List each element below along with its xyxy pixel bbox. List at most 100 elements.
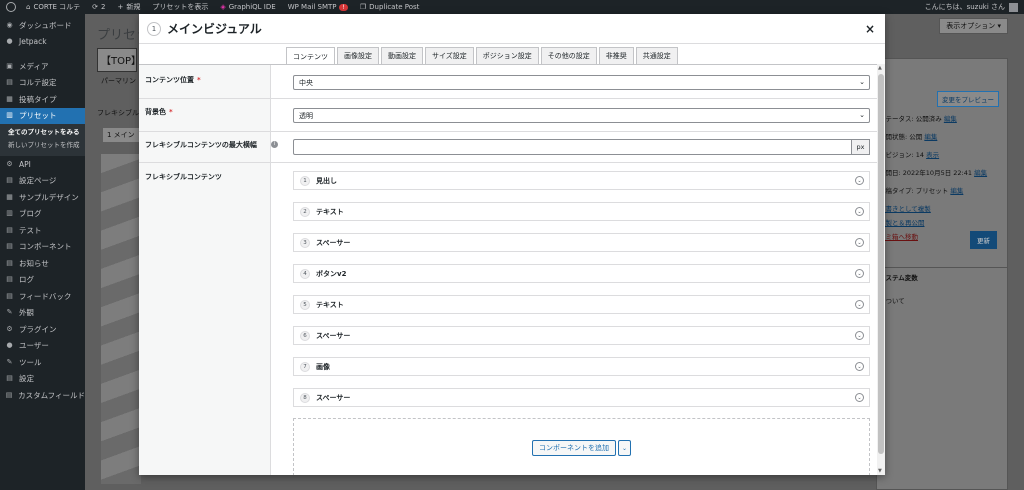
tab-3[interactable]: サイズ設定 — [425, 47, 474, 64]
sidebar-item-component[interactable]: ▤ コンポーネント — [0, 239, 85, 256]
scrollbar-thumb[interactable] — [878, 74, 884, 454]
sidebar-item-plugins[interactable]: ⚙ プラグイン — [0, 321, 85, 338]
sidebar-subitem[interactable]: 新しいプリセットを作成 — [0, 137, 85, 150]
divider — [139, 98, 877, 99]
duplicate-post-link[interactable]: ❐ Duplicate Post — [360, 3, 420, 11]
post-type-line: 投稿タイプ: プリセット 編集 — [879, 187, 964, 195]
tab-5[interactable]: その他の設定 — [540, 47, 597, 64]
sidebar-item-blog[interactable]: ▥ ブログ — [0, 206, 85, 223]
copy-draft-link[interactable]: 下書きとして複製 — [879, 205, 931, 213]
preview-thumbnails — [101, 154, 141, 484]
tab-4[interactable]: ポジション設定 — [475, 47, 539, 64]
refresh-icon: ⟳ — [92, 3, 99, 11]
sidebar-item-log[interactable]: ▤ ログ — [0, 272, 85, 289]
component-number: 7 — [300, 361, 310, 372]
sidebar-item-users[interactable]: ● ユーザー — [0, 338, 85, 355]
component-label: スペーサー — [316, 331, 351, 340]
status-edit-link[interactable]: 編集 — [944, 115, 957, 123]
tab-7[interactable]: 共通設定 — [635, 47, 678, 64]
sidebar-item-sample-design[interactable]: ▦ サンプルデザイン — [0, 189, 85, 206]
sidebar-item-feedback[interactable]: ▤ フィードバック — [0, 288, 85, 305]
tab-0[interactable]: コンテンツ — [286, 47, 335, 65]
chevron-down-icon[interactable]: ⌄ — [855, 176, 864, 185]
sidebar-item-appearance[interactable]: ✎ 外観 — [0, 305, 85, 322]
sidebar-item-media[interactable]: ▣ メディア — [0, 58, 85, 75]
published-edit-link[interactable]: 編集 — [974, 169, 987, 177]
content-position-select[interactable]: 中央 ⌄ — [293, 75, 870, 90]
sidebar-item-settings[interactable]: ▤ コルテ設定 — [0, 75, 85, 92]
sidebar-item-jetpack[interactable]: ● Jetpack — [0, 34, 85, 51]
flexible-label: フレキシブル — [97, 109, 139, 117]
chevron-down-icon: ⌄ — [859, 111, 865, 119]
flexible-component-item[interactable]: 2 テキスト ⌄ — [293, 202, 870, 221]
flexible-component-item[interactable]: 4 ボタンv2 ⌄ — [293, 264, 870, 283]
sidebar-item-preset[interactable]: ▥ プリセット — [0, 107, 85, 124]
revisions-line: リビジョン: 14 表示 — [879, 151, 940, 159]
info-icon[interactable]: i — [271, 141, 278, 148]
chevron-down-icon[interactable]: ⌄ — [855, 207, 864, 216]
tab-1[interactable]: 画像設定 — [337, 47, 379, 64]
user-account-menu[interactable]: こんにちは、suzuki さん — [925, 2, 1018, 12]
sidebar-item-post-type[interactable]: ▦ 投稿タイプ — [0, 91, 85, 108]
sidebar-item-news[interactable]: ▤ お知らせ — [0, 255, 85, 272]
chevron-down-icon[interactable]: ⌄ — [855, 269, 864, 278]
component-label: スペーサー — [316, 238, 351, 247]
flexible-component-item[interactable]: 8 スペーサー ⌄ — [293, 388, 870, 407]
post-type-edit-link[interactable]: 編集 — [950, 187, 963, 195]
scroll-up-icon[interactable]: ▲ — [878, 65, 882, 71]
site-name-link[interactable]: ⌂ CORTE コルテ — [26, 2, 80, 12]
max-width-input[interactable] — [293, 139, 852, 155]
chevron-down-icon[interactable]: ⌄ — [855, 362, 864, 371]
preview-changes-button[interactable]: 変更をプレビュー — [937, 91, 999, 107]
settings-icon: ▤ — [6, 78, 13, 87]
component-number: 3 — [300, 237, 310, 248]
flexible-component-item[interactable]: 5 テキスト ⌄ — [293, 295, 870, 314]
wordpress-logo-icon[interactable] — [6, 2, 16, 12]
sidebar-item-custom-fields[interactable]: ▤ カスタムフィールド — [0, 387, 85, 404]
flexible-component-item[interactable]: 3 スペーサー ⌄ — [293, 233, 870, 252]
chevron-down-icon[interactable]: ⌄ — [855, 238, 864, 247]
settings-icon: ▤ — [6, 374, 13, 383]
sidebar-item-settings[interactable]: ▤ 設定 — [0, 371, 85, 388]
sidebar-item-label: サンプルデザイン — [19, 192, 79, 202]
flexible-component-item[interactable]: 6 スペーサー ⌄ — [293, 326, 870, 345]
chevron-down-icon[interactable]: ⌄ — [855, 300, 864, 309]
updates-link[interactable]: ⟳ 2 — [92, 3, 105, 11]
modal-scrollbar[interactable]: ▲ ▼ — [877, 64, 885, 475]
copy-republish-link[interactable]: 複製と＆再公開 — [879, 219, 925, 227]
post-title-input[interactable]: 【TOP】 — [97, 48, 141, 72]
sidebar-item-test[interactable]: ▤ テスト — [0, 222, 85, 239]
flexible-component-item[interactable]: 7 画像 ⌄ — [293, 357, 870, 376]
tab-6[interactable]: 非推奨 — [598, 47, 634, 64]
view-preset-link[interactable]: プリセットを表示 — [152, 2, 208, 12]
scroll-down-icon[interactable]: ▼ — [878, 468, 882, 474]
component-icon: ▤ — [6, 242, 13, 251]
add-component-button[interactable]: コンポーネントを追加 — [532, 440, 616, 456]
sidebar-subitem[interactable]: 全てのプリセットをみる — [0, 124, 85, 137]
visibility-edit-link[interactable]: 編集 — [924, 133, 937, 141]
graphiql-link[interactable]: ◈ GraphiQL IDE — [220, 3, 275, 11]
component-number: 4 — [300, 268, 310, 279]
sidebar-item-api[interactable]: ⚙ API — [0, 156, 85, 173]
modal-body: コンテンツ位置 * 中央 ⌄ 背景色 * 透明 ⌄ フレキシブルコンテンツの最大横幅 i… — [139, 64, 877, 475]
flexible-item[interactable]: 1 メイン — [103, 128, 139, 142]
background-color-select[interactable]: 透明 ⌄ — [293, 108, 870, 123]
sidebar-item-tools[interactable]: ✎ ツール — [0, 354, 85, 371]
close-icon[interactable]: × — [865, 22, 875, 36]
chevron-down-icon[interactable]: ⌄ — [855, 393, 864, 402]
chevron-down-icon[interactable]: ⌄ — [855, 331, 864, 340]
wp-mail-badge: ! — [339, 3, 348, 11]
sidebar-item-label: お知らせ — [19, 258, 49, 268]
flexible-component-item[interactable]: 1 見出し ⌄ — [293, 171, 870, 190]
tab-2[interactable]: 動画設定 — [381, 47, 423, 64]
update-button[interactable]: 更新 — [970, 231, 997, 249]
screen-options-button[interactable]: 表示オプション ▾ — [939, 18, 1008, 34]
sidebar-item-settings-page[interactable]: ▤ 設定ページ — [0, 173, 85, 190]
wp-mail-smtp-link[interactable]: WP Mail SMTP! — [288, 3, 348, 11]
sidebar-item-dashboard[interactable]: ◉ ダッシュボード — [0, 17, 85, 34]
settings-page-icon: ▤ — [6, 176, 13, 185]
background-color-label: 背景色 * — [145, 108, 173, 116]
add-component-dropdown[interactable]: ⌄ — [618, 440, 631, 456]
new-content-link[interactable]: + 新規 — [117, 2, 140, 12]
revisions-link[interactable]: 表示 — [926, 151, 939, 159]
